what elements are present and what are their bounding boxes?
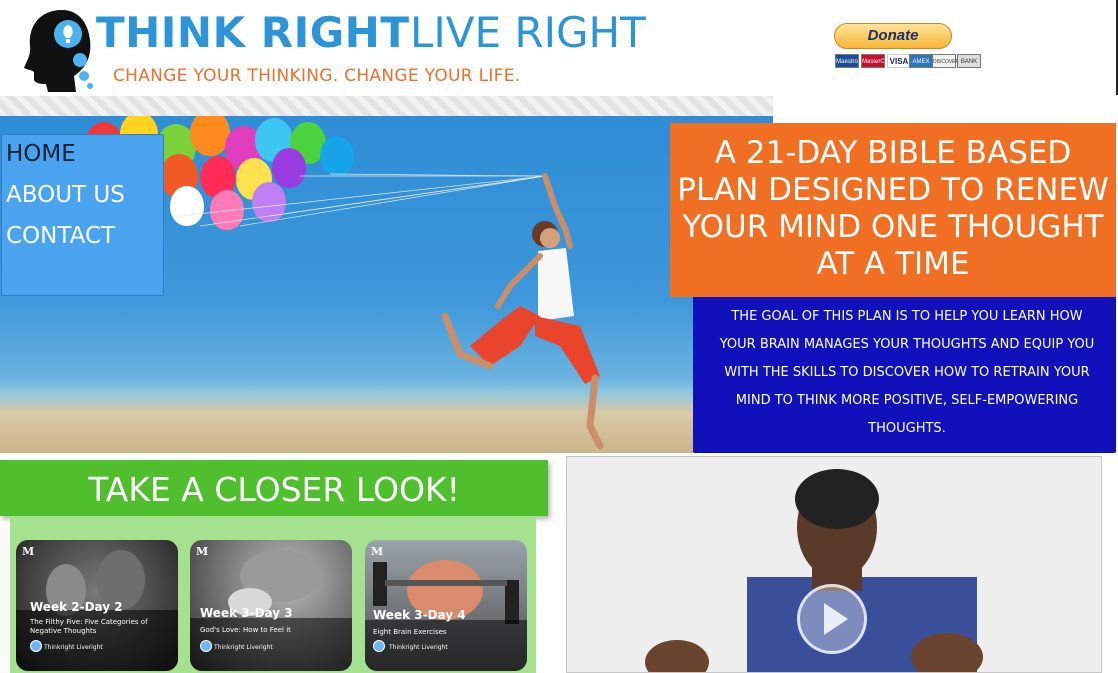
- article-card-week2-day2[interactable]: M Week 2-Day 2 The Filthy Five: Five Cat…: [16, 540, 178, 671]
- card-title: Week 3-Day 3: [200, 606, 293, 620]
- card-title: Week 2-Day 2: [30, 600, 123, 614]
- nav-item-about-us[interactable]: ABOUT US: [6, 182, 125, 208]
- goal-description: THE GOAL OF THIS PLAN IS TO HELP YOU LEA…: [719, 309, 1095, 436]
- header-divider-stripe: [0, 96, 773, 116]
- nav-item-home[interactable]: HOME: [6, 141, 76, 167]
- bank-card-icon: BANK: [957, 54, 981, 68]
- medium-logo-icon: M: [196, 545, 209, 558]
- card-subtitle: God's Love: How to Feel it: [200, 626, 291, 634]
- author-avatar: [200, 640, 212, 652]
- card-author: Thinkright Liveright: [44, 644, 103, 651]
- maestro-card-icon: Maestro: [835, 54, 859, 68]
- visa-card-icon: VISA: [887, 54, 911, 68]
- card-subtitle: The Filthy Five: Five Categories of Nega…: [30, 618, 148, 635]
- tagline: CHANGE YOUR THINKING. CHANGE YOUR LIFE.: [113, 66, 521, 86]
- article-card-week3-day3[interactable]: M Week 3-Day 3 God's Love: How to Feel i…: [190, 540, 352, 671]
- article-card-week3-day4[interactable]: M Week 3-Day 4 Eight Brain Exercises Thi…: [365, 540, 527, 671]
- card-author: Thinkright Liveright: [389, 644, 448, 651]
- play-icon: [824, 603, 848, 635]
- nav-item-contact[interactable]: CONTACT: [6, 223, 115, 249]
- author-avatar: [373, 640, 385, 652]
- discover-card-icon: DISCOVER: [932, 54, 959, 68]
- author-avatar: [30, 640, 42, 652]
- donate-button[interactable]: Donate: [834, 23, 952, 49]
- brand-name-light[interactable]: LIVE RIGHT: [410, 8, 646, 57]
- video-play-button[interactable]: [797, 584, 867, 654]
- closer-look-title: TAKE A CLOSER LOOK!: [88, 470, 460, 509]
- medium-logo-icon: M: [371, 545, 384, 558]
- medium-logo-icon: M: [22, 545, 35, 558]
- card-author: Thinkright Liveright: [214, 644, 273, 651]
- brand-name-strong[interactable]: THINK RIGHT: [96, 8, 410, 57]
- card-subtitle: Eight Brain Exercises: [373, 628, 447, 636]
- plan-headline: A 21-DAY BIBLE BASED PLAN DESIGNED TO RE…: [677, 135, 1109, 282]
- mastercard-card-icon: MasterCard: [861, 54, 893, 68]
- card-title: Week 3-Day 4: [373, 608, 466, 622]
- amex-card-icon: AMEX: [909, 54, 933, 68]
- logo-head-icon[interactable]: [22, 6, 97, 94]
